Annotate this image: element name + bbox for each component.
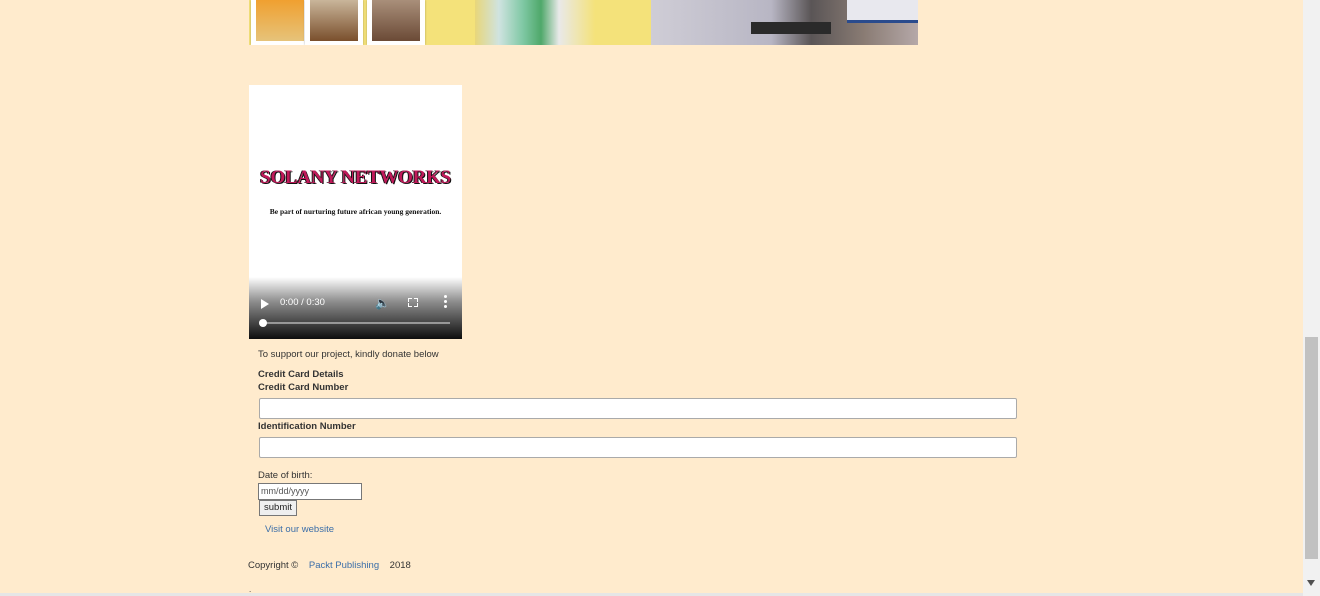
fullscreen-icon[interactable] [408, 298, 418, 307]
laptop-shape [751, 22, 831, 34]
vertical-scrollbar[interactable] [1303, 0, 1320, 596]
bottles-illustration [475, 0, 595, 45]
copyright-text: Copyright © [248, 560, 299, 571]
scrollbar-thumb[interactable] [1305, 337, 1318, 559]
identification-number-field[interactable] [259, 437, 1017, 458]
more-options-icon[interactable] [444, 295, 447, 310]
play-icon[interactable] [261, 299, 269, 309]
banner-image-food [249, 0, 651, 45]
copyright-year: 2018 [389, 560, 411, 571]
footer: Copyright © Packt Publishing 2018 [248, 560, 411, 571]
submit-button[interactable]: submit [259, 500, 297, 516]
video-title: SOLANY NETWORKS [260, 167, 451, 188]
donate-text: To support our project, kindly donate be… [258, 349, 439, 360]
video-progress-track[interactable] [261, 322, 450, 324]
publisher-link[interactable]: Packt Publishing [309, 560, 379, 571]
video-player[interactable]: SOLANY NETWORKS Be part of nurturing fut… [249, 85, 462, 339]
polaroid-photo [367, 0, 425, 45]
identification-number-label: Identification Number [258, 421, 356, 432]
polaroid-photo [251, 0, 309, 45]
credit-card-number-field[interactable] [259, 398, 1017, 419]
product-box [847, 0, 918, 23]
credit-card-details-heading: Credit Card Details [258, 369, 344, 380]
date-of-birth-input[interactable]: mm/dd/yyyy [258, 483, 362, 500]
video-progress-thumb[interactable] [259, 319, 267, 327]
volume-icon[interactable]: 🔈 [375, 296, 390, 310]
video-time: 0:00 / 0:30 [280, 297, 325, 308]
video-controls: 0:00 / 0:30 🔈 [249, 277, 462, 339]
video-subtitle: Be part of nurturing future african youn… [269, 207, 442, 216]
scroll-down-arrow-icon[interactable] [1307, 580, 1315, 586]
polaroid-photo [305, 0, 363, 45]
date-of-birth-label: Date of birth: [258, 470, 313, 481]
credit-card-number-label: Credit Card Number [258, 382, 349, 393]
visit-website-link[interactable]: Visit our website [265, 524, 334, 535]
banner-image-laptop [651, 0, 918, 45]
